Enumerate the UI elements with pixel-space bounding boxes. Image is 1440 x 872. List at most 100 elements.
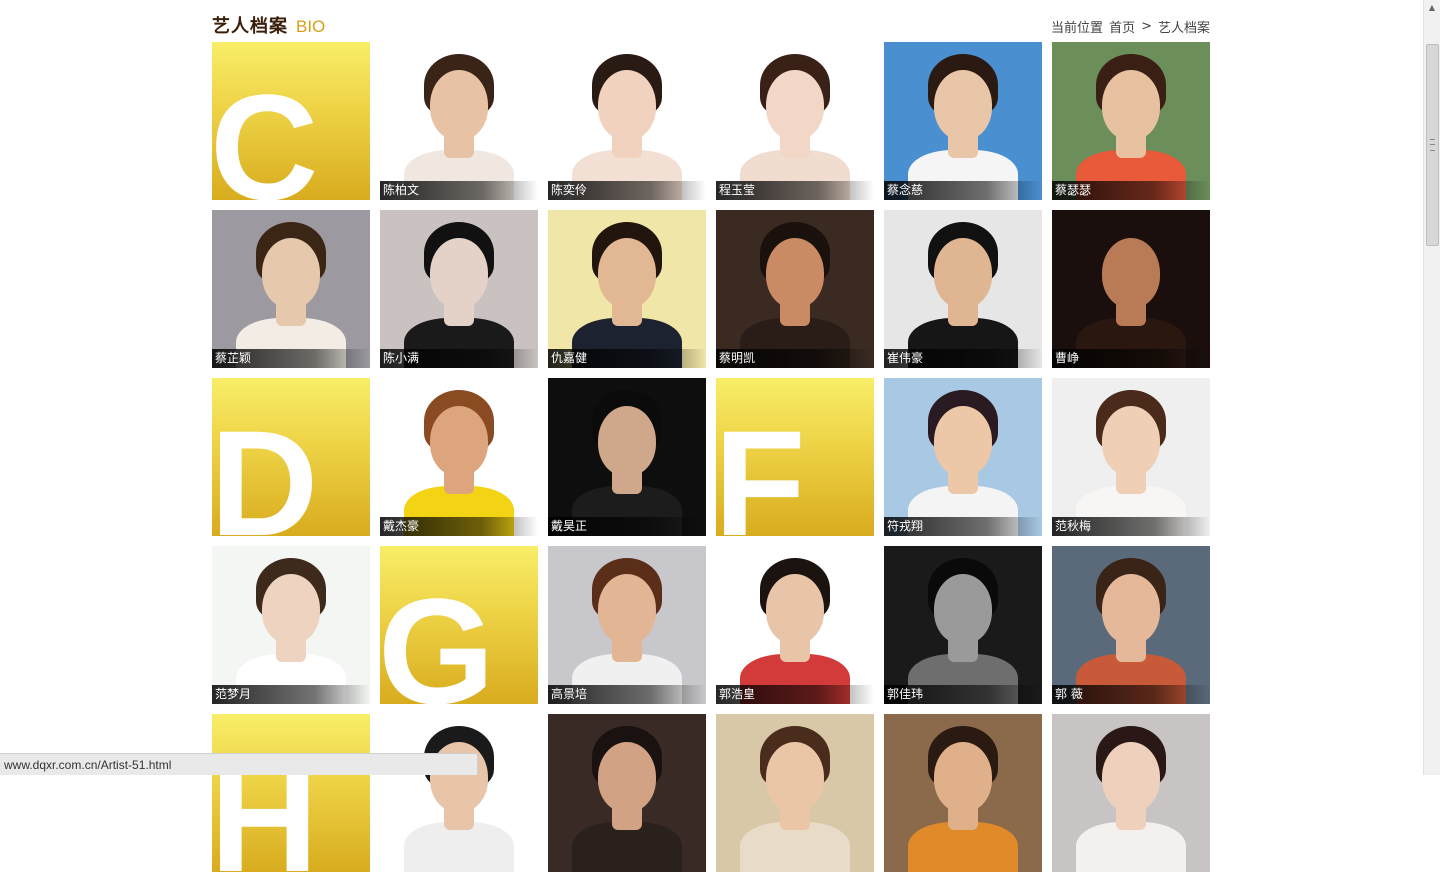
photo-figure-face [1102,70,1160,140]
photo-figure-face [1102,238,1160,308]
photo-figure-face [1102,574,1160,644]
photo-figure-face [598,574,656,644]
letter-index-tile[interactable]: G [380,546,538,704]
artist-photo [1052,210,1210,368]
artist-name-label: 蔡明凯 [716,349,874,368]
photo-figure-face [766,238,824,308]
artist-card[interactable]: 程玉莹 [716,42,874,200]
artist-name-label: 陈奕伶 [548,181,706,200]
artist-photo [380,378,538,536]
artist-card[interactable]: 蔡芷颖 [212,210,370,368]
artist-photo [884,714,1042,872]
status-bar-url: www.dqxr.com.cn/Artist-51.html [0,753,478,775]
artist-card[interactable]: 范秋梅 [1052,378,1210,536]
artist-card[interactable]: 仇嘉健 [548,210,706,368]
photo-figure-face [934,70,992,140]
artist-card[interactable]: 高景培 [548,546,706,704]
photo-figure-face [934,742,992,812]
page-title: 艺人档案 BIO [212,12,326,37]
artist-photo [884,546,1042,704]
breadcrumb: 当前位置 首页 > 艺人档案 [1051,17,1210,36]
page-title-english: BIO [296,17,326,36]
photo-figure-face [430,406,488,476]
letter-index-tile[interactable]: H [212,714,370,872]
artist-name-label: 仇嘉健 [548,349,706,368]
page-header: 艺人档案 BIO 当前位置 首页 > 艺人档案 [212,0,1210,42]
photo-figure-face [766,70,824,140]
artist-name-label: 郭 薇 [1052,685,1210,704]
artist-card[interactable] [716,714,874,872]
index-letter: C [212,63,318,200]
artist-photo [380,210,538,368]
page-title-chinese: 艺人档案 [212,16,288,37]
artist-card[interactable] [1052,714,1210,872]
artist-name-label: 戴杰豪 [380,517,538,536]
artist-card[interactable]: 蔡明凯 [716,210,874,368]
scroll-up-arrow-icon[interactable]: ▲ [1424,0,1440,16]
letter-index-tile[interactable]: D [212,378,370,536]
artist-name-label: 郭浩皇 [716,685,874,704]
artist-name-label: 蔡瑟瑟 [1052,181,1210,200]
scrollbar-thumb[interactable] [1426,44,1439,246]
vertical-scrollbar[interactable]: ▲ [1423,0,1440,775]
artist-card[interactable]: 曹峥 [1052,210,1210,368]
letter-index-tile[interactable]: C [212,42,370,200]
artist-photo [1052,714,1210,872]
artist-card[interactable]: 戴昊正 [548,378,706,536]
photo-figure-face [766,574,824,644]
artist-photo [884,210,1042,368]
artist-photo [548,42,706,200]
artist-photo [212,210,370,368]
artist-name-label: 陈柏文 [380,181,538,200]
artist-photo [380,714,538,872]
artist-photo [1052,546,1210,704]
artist-photo [548,210,706,368]
artist-name-label: 蔡芷颖 [212,349,370,368]
artist-photo [884,378,1042,536]
artist-photo [1052,378,1210,536]
breadcrumb-current[interactable]: 艺人档案 [1158,17,1210,36]
artist-card[interactable]: 陈奕伶 [548,42,706,200]
photo-figure-face [934,406,992,476]
artist-card[interactable]: 戴杰豪 [380,378,538,536]
photo-figure-face [598,742,656,812]
artist-photo [380,42,538,200]
artist-card[interactable]: 郭佳玮 [884,546,1042,704]
artist-photo [716,42,874,200]
artist-card[interactable]: 蔡瑟瑟 [1052,42,1210,200]
artist-name-label: 郭佳玮 [884,685,1042,704]
breadcrumb-home-link[interactable]: 首页 [1109,17,1135,36]
artist-card[interactable]: 郭浩皇 [716,546,874,704]
artist-name-label: 程玉莹 [716,181,874,200]
photo-figure-face [934,238,992,308]
photo-figure-face [262,574,320,644]
artist-card[interactable] [380,714,538,872]
artist-photo [548,546,706,704]
artist-card[interactable]: 蔡念慈 [884,42,1042,200]
artist-photo [548,378,706,536]
breadcrumb-separator: > [1141,19,1152,34]
artist-card[interactable]: 郭 薇 [1052,546,1210,704]
artist-card[interactable] [884,714,1042,872]
artist-card[interactable]: 范梦月 [212,546,370,704]
photo-figure-face [1102,742,1160,812]
artist-photo [716,714,874,872]
photo-figure-face [430,70,488,140]
photo-figure-face [766,742,824,812]
artist-photo [716,546,874,704]
artist-name-label: 陈小满 [380,349,538,368]
artist-name-label: 曹峥 [1052,349,1210,368]
index-letter: D [212,399,318,536]
artist-card[interactable]: 陈柏文 [380,42,538,200]
artist-card[interactable]: 陈小满 [380,210,538,368]
breadcrumb-prefix: 当前位置 [1051,21,1104,36]
photo-figure-face [598,70,656,140]
letter-index-tile[interactable]: F [716,378,874,536]
artist-card[interactable] [548,714,706,872]
artist-card[interactable]: 崔伟豪 [884,210,1042,368]
artist-photo [884,42,1042,200]
artist-name-label: 符戎翔 [884,517,1042,536]
artist-name-label: 戴昊正 [548,517,706,536]
artist-photo [212,546,370,704]
artist-card[interactable]: 符戎翔 [884,378,1042,536]
